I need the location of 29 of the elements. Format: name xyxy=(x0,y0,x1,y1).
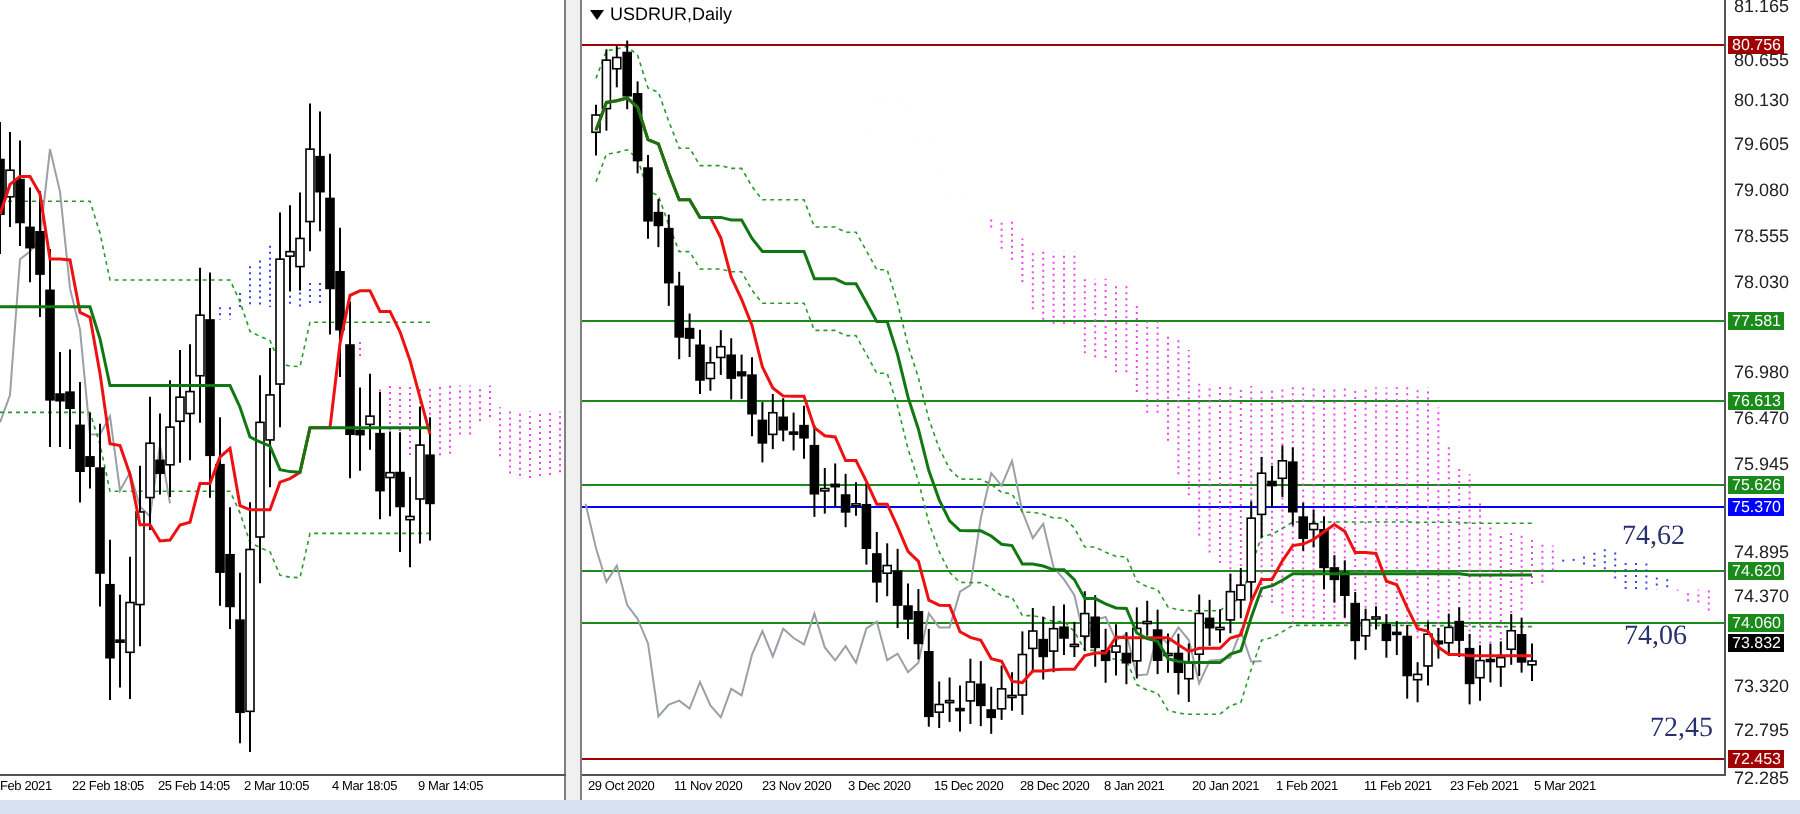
price-level-tag: 77.581 xyxy=(1728,312,1785,330)
price-annotation: 72,45 xyxy=(1650,716,1713,744)
price-axis-label: 72.285 xyxy=(1734,770,1790,788)
price-axis-label: 76.470 xyxy=(1734,410,1790,428)
price-level-tag: 75.370 xyxy=(1728,498,1785,516)
price-level-tag: 74.620 xyxy=(1728,562,1785,580)
dropdown-triangle-icon[interactable] xyxy=(590,10,604,20)
price-axis-label: 80.655 xyxy=(1734,52,1790,70)
price-axis-label: 78.030 xyxy=(1734,274,1790,292)
price-annotation: 74,62 xyxy=(1622,524,1685,552)
chart-title: USDRUR,Daily xyxy=(610,6,733,24)
price-axis-label: 72.795 xyxy=(1734,722,1790,740)
price-axis-label: 79.605 xyxy=(1734,136,1790,154)
price-axis-label: 81.165 xyxy=(1734,0,1790,16)
price-level-tag: 76.613 xyxy=(1728,392,1785,410)
price-level-tag: 80.756 xyxy=(1728,36,1785,54)
price-axis-label: 76.980 xyxy=(1734,364,1790,382)
price-axis-label: 80.130 xyxy=(1734,92,1790,110)
price-axis-label: 78.555 xyxy=(1734,228,1790,246)
price-level-tag: 75.626 xyxy=(1728,476,1785,494)
price-axis-label: 75.945 xyxy=(1734,456,1790,474)
price-axis-label: 74.370 xyxy=(1734,588,1790,606)
price-level-tag: 72.453 xyxy=(1728,750,1785,768)
price-level-tag: 74.060 xyxy=(1728,614,1785,632)
price-annotation: 74,06 xyxy=(1624,624,1687,652)
price-axis-label: 79.080 xyxy=(1734,182,1790,200)
price-axis-label: 74.895 xyxy=(1734,544,1790,562)
current-price-tag: 73.832 xyxy=(1728,634,1785,652)
price-axis-label: 73.320 xyxy=(1734,678,1790,696)
